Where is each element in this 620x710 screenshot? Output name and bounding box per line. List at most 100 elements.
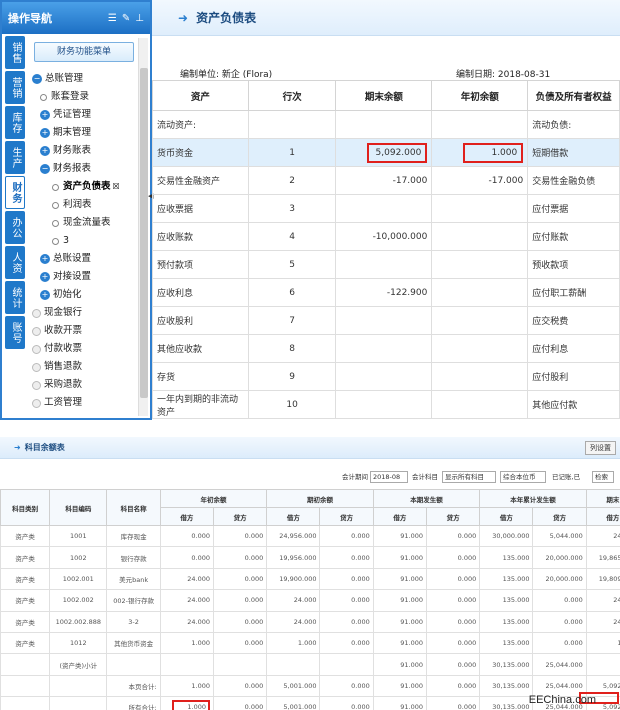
code-cell[interactable]: 1002.002.888 bbox=[49, 610, 108, 633]
menu-tree-item[interactable]: 现金流量表 bbox=[30, 214, 138, 232]
code-cell[interactable]: (资产类)小计 bbox=[49, 653, 108, 676]
sub-header: 借方 bbox=[585, 507, 620, 526]
currency-select[interactable]: 综合本位币 bbox=[500, 471, 546, 483]
amount-cell: 135.000 bbox=[479, 567, 534, 591]
amount-cell: 5,001.000 bbox=[266, 696, 321, 710]
menu-tree-item[interactable]: + 初始化 bbox=[30, 286, 138, 304]
amount-cell: 0.000 bbox=[212, 546, 268, 569]
code-cell[interactable] bbox=[49, 674, 108, 698]
module-tab[interactable]: 财务 bbox=[5, 176, 25, 209]
name-cell: 3-2 bbox=[106, 610, 161, 633]
menu-tree-item[interactable]: 工资管理 bbox=[30, 394, 138, 412]
menu-tree-item[interactable]: 付款收票 bbox=[30, 340, 138, 358]
table-row: 所有合计: 1.000 0.000 5,001.000 0.000 91.000 0.000… bbox=[0, 696, 620, 710]
expand-icon[interactable]: + bbox=[40, 290, 50, 300]
period-select[interactable]: 2018-08 bbox=[370, 471, 408, 483]
amount-cell: 1.000 bbox=[159, 696, 214, 710]
menu-tree-item[interactable]: + 期末管理 bbox=[30, 124, 138, 142]
nav-scroll-thumb[interactable] bbox=[140, 68, 148, 398]
wrench-icon[interactable]: ✎ bbox=[122, 13, 130, 24]
expand-icon[interactable]: + bbox=[40, 272, 50, 282]
expand-icon[interactable]: + bbox=[40, 128, 50, 138]
expand-icon[interactable]: + bbox=[40, 146, 50, 156]
amount-cell: 0.000 bbox=[425, 696, 481, 710]
category-cell bbox=[0, 653, 51, 676]
menu-tree-item[interactable]: + 财务账表 bbox=[30, 142, 138, 160]
code-cell[interactable]: 1002.001 bbox=[49, 567, 108, 591]
category-cell: 资产类 bbox=[0, 524, 51, 548]
module-circle-icon bbox=[32, 380, 41, 390]
ending-balance-cell bbox=[335, 194, 433, 223]
collapse-icon[interactable]: − bbox=[32, 74, 42, 84]
menu-tree-item[interactable]: 销售退款 bbox=[30, 358, 138, 376]
name-cell: 银行存款 bbox=[106, 546, 161, 569]
sub-header: 借方 bbox=[372, 507, 427, 526]
module-tab[interactable]: 统计 bbox=[5, 281, 25, 314]
amount-cell: 24.000 bbox=[585, 589, 620, 612]
sub-header: 贷方 bbox=[425, 507, 481, 526]
menu-tree-label: 凭证管理 bbox=[53, 109, 92, 120]
code-cell[interactable]: 1001 bbox=[49, 524, 108, 548]
opening-balance-cell bbox=[431, 390, 529, 419]
nav-scrollbar[interactable] bbox=[138, 38, 148, 416]
balance-sheet-table: 资产 行次 期末余额 年初余额 负债及所有者权益 流动资产: 流动负债: 货币资金 1 5,09… bbox=[152, 80, 620, 419]
table-row: 资产类 1002.001 美元bank 24.000 0.000 19,900.000 0.… bbox=[0, 567, 620, 591]
menu-tree-item[interactable]: 资产负债表 ☒ bbox=[30, 178, 138, 196]
code-cell[interactable] bbox=[49, 696, 108, 710]
arrow-right-icon: ➜ bbox=[14, 443, 21, 452]
table-row: 资产类 1012 其他货币资金 1.000 0.000 1.000 0.000 91.000 0… bbox=[0, 631, 620, 655]
code-cell[interactable]: 1002.002 bbox=[49, 589, 108, 612]
subject-select[interactable]: 显示所有科目 bbox=[442, 471, 496, 483]
column-header: 科目编码 bbox=[49, 489, 108, 526]
expand-icon[interactable]: + bbox=[40, 110, 50, 120]
menu-tree-item[interactable]: 利润表 bbox=[30, 196, 138, 214]
list-icon[interactable]: ☰ bbox=[108, 13, 117, 24]
amount-cell: 91.000 bbox=[372, 631, 427, 655]
expand-icon[interactable]: + bbox=[40, 254, 50, 264]
code-cell[interactable]: 1002 bbox=[49, 546, 108, 569]
pin-icon[interactable]: ⊥ bbox=[135, 13, 144, 24]
menu-tree-label: 付款收票 bbox=[44, 343, 83, 354]
date-label: 编制日期: 2018-08-31 bbox=[456, 70, 551, 80]
amount-cell: 30,135.000 bbox=[479, 653, 534, 676]
column-setting-button[interactable]: 列设置 bbox=[585, 441, 616, 455]
amount-cell: 0.000 bbox=[212, 610, 268, 633]
module-tab[interactable]: 营销 bbox=[5, 71, 25, 104]
amount-cell: 0.000 bbox=[212, 589, 268, 612]
close-tab-icon[interactable]: ☒ bbox=[113, 178, 120, 196]
table-row: 资产类 1002.002.888 3-2 24.000 0.000 24.000 0.000… bbox=[0, 610, 620, 633]
menu-tree-item[interactable]: 采购退款 bbox=[30, 376, 138, 394]
amount-cell: 24.000 bbox=[266, 610, 321, 633]
posted-checkbox-label[interactable]: 已记账,已 bbox=[552, 471, 580, 481]
navigation-panel: 操作导航 ☰ ✎ ⊥ 销售 营销 库存 生产 财务 办公 人资 统计 账号 财务功能菜单 − 总账… bbox=[0, 0, 153, 420]
search-button[interactable]: 检索 bbox=[592, 471, 614, 483]
amount-cell: 0.000 bbox=[425, 546, 481, 569]
menu-tree-item[interactable]: + 总账设置 bbox=[30, 250, 138, 268]
opening-balance-cell bbox=[431, 278, 529, 307]
module-tab[interactable]: 账号 bbox=[5, 316, 25, 349]
menu-tree-item[interactable]: + 凭证管理 bbox=[30, 106, 138, 124]
finance-menu-button[interactable]: 财务功能菜单 bbox=[34, 42, 134, 62]
menu-tree-item[interactable]: 账套登录 bbox=[30, 88, 138, 106]
menu-tree-label: 采购退款 bbox=[44, 379, 83, 390]
liability-cell: 交易性金融负债 bbox=[527, 166, 620, 195]
collapse-icon[interactable]: − bbox=[40, 164, 50, 174]
code-cell[interactable]: 1012 bbox=[49, 631, 108, 655]
amount-cell: 30,135.000 bbox=[479, 696, 534, 710]
menu-tree-item[interactable]: 收款开票 bbox=[30, 322, 138, 340]
module-tab[interactable]: 库存 bbox=[5, 106, 25, 139]
amount-cell: 0.000 bbox=[319, 631, 374, 655]
menu-tree-item[interactable]: 3 bbox=[30, 232, 138, 250]
menu-tree-item[interactable]: + 对接设置 bbox=[30, 268, 138, 286]
menu-tree-label: 期末管理 bbox=[53, 127, 92, 138]
module-tab[interactable]: 办公 bbox=[5, 211, 25, 244]
menu-tree-item[interactable]: 现金银行 bbox=[30, 304, 138, 322]
module-tab[interactable]: 生产 bbox=[5, 141, 25, 174]
module-tab[interactable]: 销售 bbox=[5, 36, 25, 69]
menu-tree-item[interactable]: − 总账管理 bbox=[30, 70, 138, 88]
table-row: 应收票据 3 应付票据 bbox=[152, 194, 620, 223]
menu-tree-item[interactable]: − 财务报表 bbox=[30, 160, 138, 178]
line-no-cell bbox=[247, 110, 337, 139]
amount-cell: 25,044.000 bbox=[532, 653, 587, 676]
module-tab[interactable]: 人资 bbox=[5, 246, 25, 279]
